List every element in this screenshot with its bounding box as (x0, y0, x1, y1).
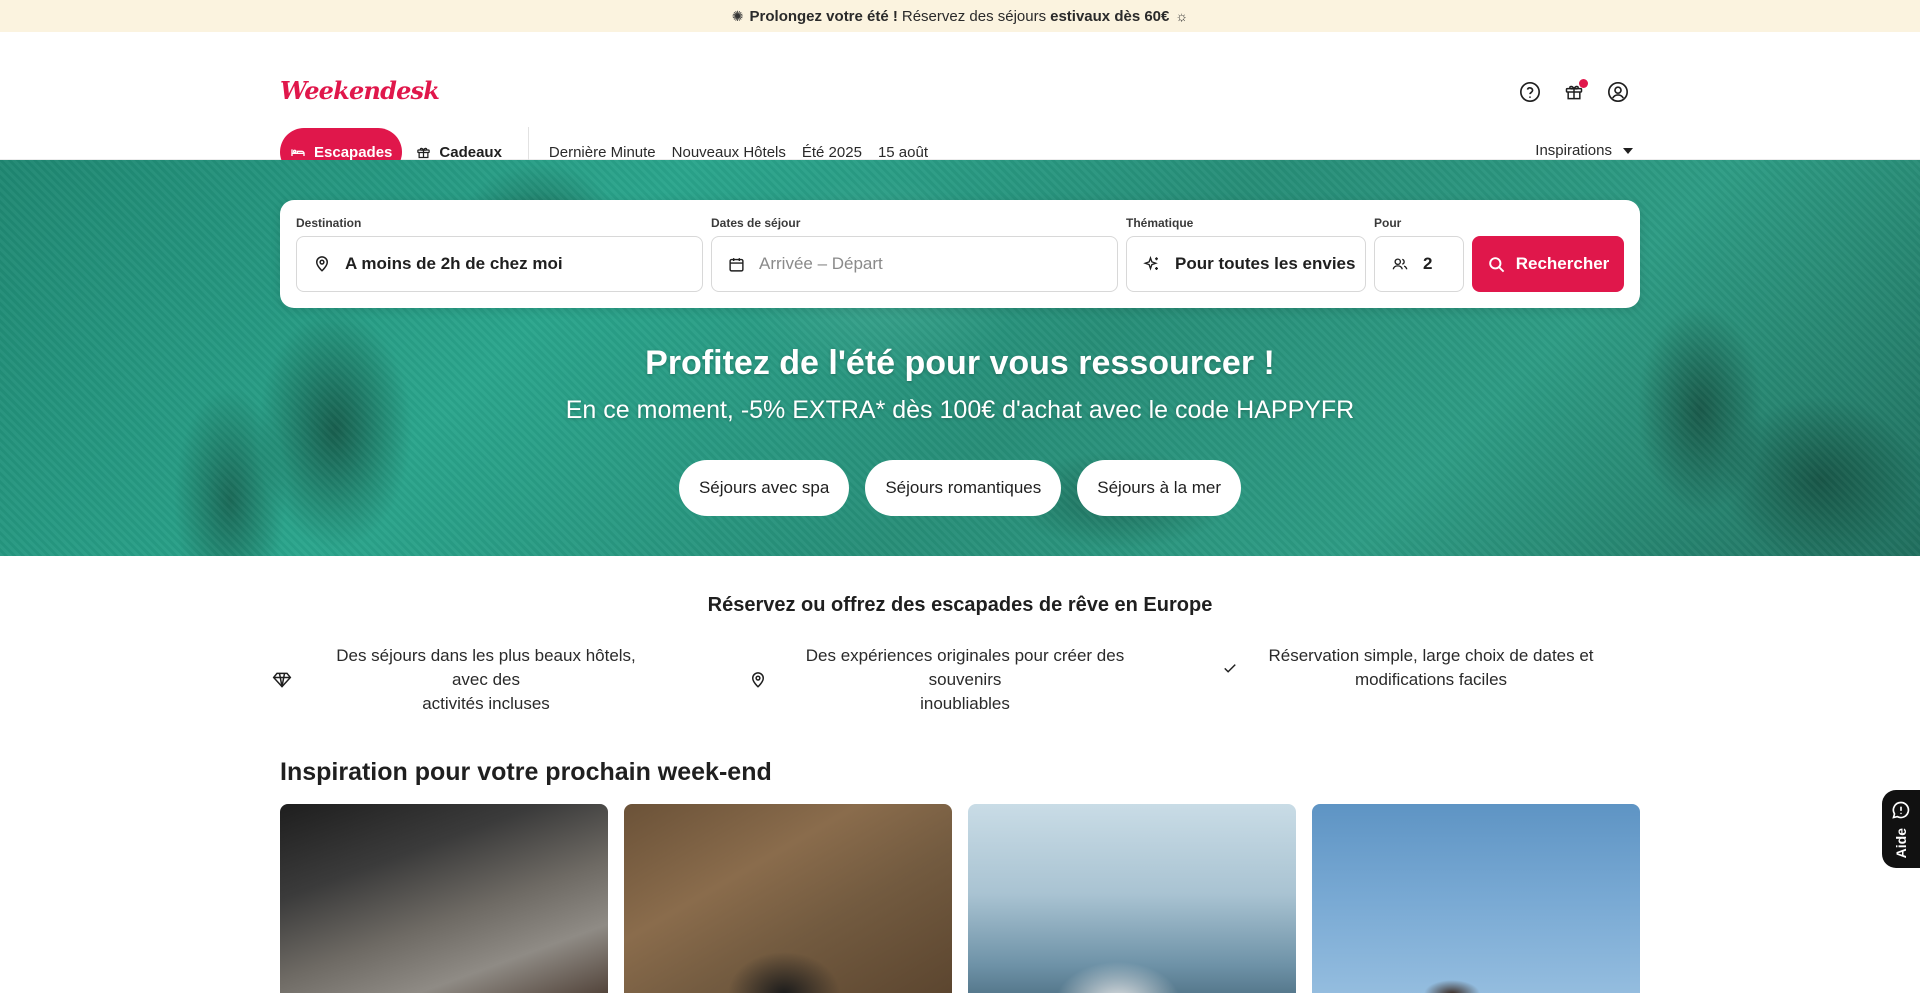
value-prop-experiences-line2: inoubliables (920, 694, 1010, 713)
guests-value: 2 (1423, 254, 1433, 273)
tab-cadeaux-label: Cadeaux (439, 143, 502, 161)
site-header: Weekendesk Escapades Cadeaux Dernière Mi… (0, 32, 1920, 177)
value-prop-hotels-line1: Des séjours dans les plus beaux hôtels, … (336, 646, 636, 689)
value-prop-reservation: Réservation simple, large choix de dates… (1221, 644, 1603, 692)
destination-value: A moins de 2h de chez moi (345, 254, 563, 273)
chip-sejours-spa[interactable]: Séjours avec spa (678, 460, 850, 516)
nav-link-15-aout[interactable]: 15 août (878, 144, 928, 161)
gift-icon (417, 147, 431, 158)
account-icon[interactable] (1606, 80, 1630, 104)
tab-escapades-label: Escapades (314, 143, 393, 161)
destination-label: Destination (296, 216, 362, 230)
guests-field[interactable]: 2 (1374, 236, 1464, 292)
hero-subtitle: En ce moment, -5% EXTRA* dès 100€ d'acha… (565, 396, 1355, 424)
bed-icon (291, 149, 305, 156)
theme-label: Thématique (1126, 216, 1194, 230)
dates-placeholder: Arrivée – Départ (759, 254, 883, 273)
header-icons (1518, 79, 1630, 104)
chip-sejours-romantiques[interactable]: Séjours romantiques (865, 460, 1062, 516)
promo-bold-right: estivaux dès 60€ (1050, 7, 1170, 25)
hero-chips: Séjours avec spa Séjours romantiques Séj… (0, 460, 1920, 516)
hero-title: Profitez de l'été pour vous ressourcer ! (645, 344, 1275, 382)
nav-link-ete-2025[interactable]: Été 2025 (802, 144, 862, 161)
value-prop-hotels: Des séjours dans les plus beaux hôtels, … (272, 644, 656, 716)
search-button-label: Rechercher (1515, 254, 1610, 273)
value-prop-experiences-text: Des expériences originales pour créer de… (777, 644, 1153, 716)
promo-bold-left: Prolongez votre été ! (749, 7, 898, 25)
search-bar: Destination A moins de 2h de chez moi Da… (280, 200, 1640, 308)
guests-label: Pour (1374, 216, 1402, 230)
checkmark-icon (1224, 664, 1236, 673)
sparkle-icon (1143, 255, 1158, 271)
inspirations-dropdown[interactable]: Inspirations (1535, 142, 1634, 159)
dates-field[interactable]: Arrivée – Départ (711, 236, 1118, 292)
inspirations-label: Inspirations (1535, 142, 1612, 159)
inspiration-card-image[interactable] (280, 804, 608, 993)
theme-field[interactable]: Pour toutes les envies (1126, 236, 1366, 292)
value-props-title: Réservez ou offrez des escapades de rêve… (707, 594, 1213, 616)
promo-middle: Réservez des séjours (901, 7, 1047, 25)
value-prop-experiences-line1: Des expériences originales pour créer de… (805, 646, 1125, 689)
help-tab[interactable]: Aide (1882, 790, 1920, 868)
notification-dot (1579, 79, 1588, 88)
chip-sejours-mer[interactable]: Séjours à la mer (1077, 460, 1242, 516)
inspiration-title: Inspiration pour votre prochain week-end (280, 758, 772, 786)
diamond-icon (272, 672, 292, 688)
calendar-icon (729, 257, 744, 272)
inspiration-card-image[interactable] (968, 804, 1296, 993)
dates-label: Dates de séjour (711, 216, 801, 230)
value-prop-reservation-line2: modifications faciles (1354, 670, 1508, 689)
value-prop-reservation-line1: Réservation simple, large choix de dates… (1268, 646, 1594, 665)
nav-link-nouveaux-hotels[interactable]: Nouveaux Hôtels (672, 144, 786, 161)
chat-bubble-icon (1892, 801, 1910, 819)
theme-value: Pour toutes les envies (1175, 254, 1356, 273)
caret-down-icon (1623, 147, 1633, 154)
people-icon (1392, 258, 1408, 270)
search-button[interactable]: Rechercher (1472, 236, 1624, 292)
promo-banner[interactable]: ✺ Prolongez votre été ! Réservez des séj… (0, 0, 1920, 32)
weekendesk-logo[interactable]: Weekendesk (280, 76, 440, 105)
value-prop-hotels-line2: activités incluses (422, 694, 550, 713)
search-icon (1488, 256, 1505, 272)
destination-field[interactable]: A moins de 2h de chez moi (296, 236, 703, 292)
inspiration-card-image[interactable] (1312, 804, 1640, 993)
gift-icon[interactable] (1562, 79, 1588, 104)
sun-icon: ☼ (1175, 8, 1189, 24)
location-pin-icon (315, 256, 329, 272)
nav-link-derniere-minute[interactable]: Dernière Minute (549, 144, 656, 161)
inspiration-cards (280, 804, 1640, 993)
sun-icon: ✺ (731, 7, 744, 24)
help-icon[interactable] (1518, 80, 1542, 104)
location-pin-icon (751, 672, 765, 688)
help-tab-label: Aide (1893, 827, 1909, 859)
value-prop-hotels-text: Des séjours dans les plus beaux hôtels, … (316, 644, 656, 716)
inspiration-card-image[interactable] (624, 804, 952, 993)
value-prop-reservation-text: Réservation simple, large choix de dates… (1259, 644, 1603, 692)
value-prop-experiences: Des expériences originales pour créer de… (749, 644, 1153, 716)
